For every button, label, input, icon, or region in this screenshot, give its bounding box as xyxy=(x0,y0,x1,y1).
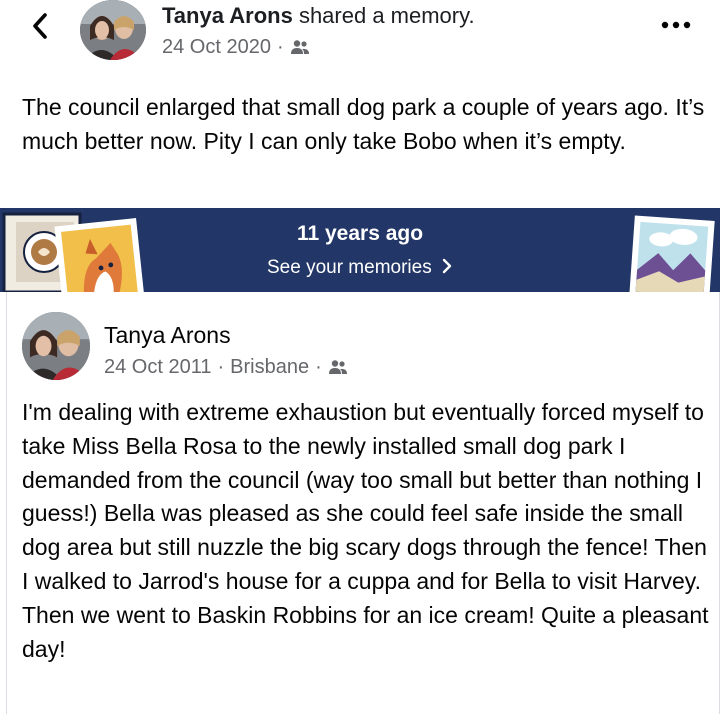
meta-separator: · xyxy=(276,36,284,58)
post-meta: 24 Oct 2020 · xyxy=(162,34,310,60)
post-date[interactable]: 24 Oct 2020 xyxy=(162,34,271,60)
more-options-button[interactable] xyxy=(656,10,696,40)
share-action-text: shared a memory. xyxy=(298,3,475,28)
friends-icon xyxy=(328,360,347,374)
profile-photo xyxy=(22,312,90,380)
see-memories-label: See your memories xyxy=(266,257,432,278)
author-name[interactable]: Tanya Arons xyxy=(162,3,293,28)
more-dots-icon xyxy=(661,21,691,29)
memory-post-meta: 24 Oct 2011 · Brisbane · xyxy=(104,354,348,380)
memory-banner-title: 11 years ago xyxy=(296,222,424,245)
memory-post-avatar[interactable] xyxy=(22,312,90,380)
avatar[interactable] xyxy=(80,0,146,60)
memory-post-text: I'm dealing with extreme exhaustion but … xyxy=(22,399,709,662)
memory-post-author[interactable]: Tanya Arons xyxy=(104,320,231,350)
back-button[interactable] xyxy=(22,6,58,46)
friends-icon xyxy=(290,40,309,54)
profile-photo xyxy=(80,0,146,60)
meta-separator: · xyxy=(217,356,225,378)
chevron-left-icon xyxy=(33,13,47,39)
see-memories-link[interactable]: See your memories xyxy=(0,255,720,281)
shared-post-text: The council enlarged that small dog park… xyxy=(22,94,705,154)
memory-post-date[interactable]: 24 Oct 2011 xyxy=(104,354,211,380)
chevron-right-icon xyxy=(442,258,452,274)
meta-separator: · xyxy=(315,356,322,378)
memory-header: Tanya Arons shared a memory. xyxy=(162,2,475,30)
memory-banner[interactable]: 11 years ago See your memories xyxy=(0,208,720,292)
memory-post-location[interactable]: Brisbane xyxy=(230,354,309,380)
